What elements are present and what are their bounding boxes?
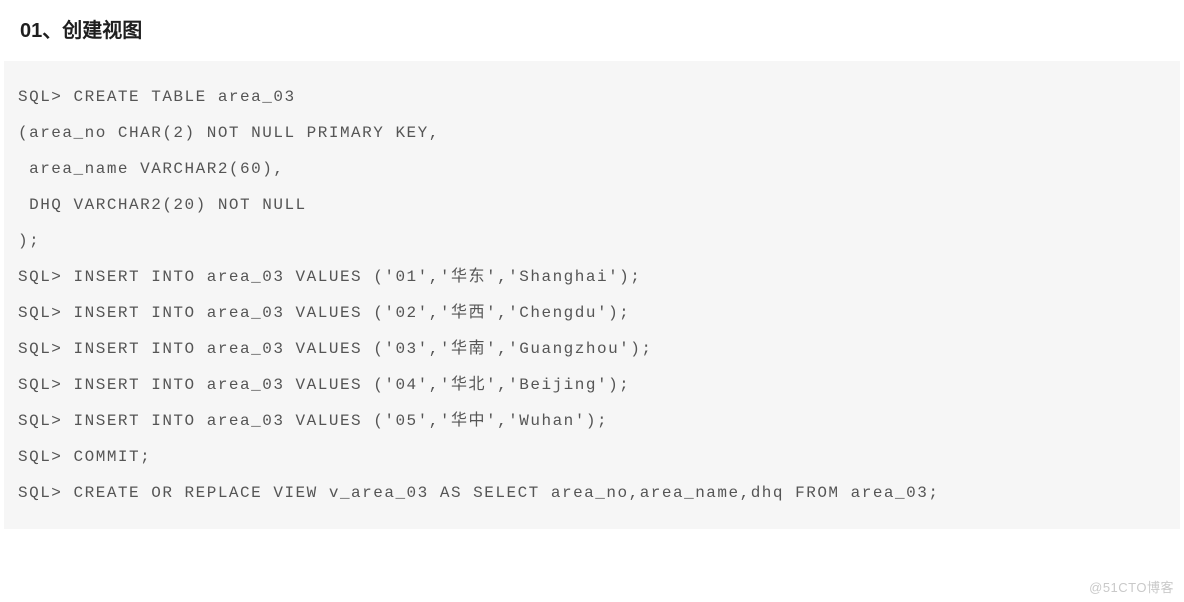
code-line: SQL> INSERT INTO area_03 VALUES ('02','华… xyxy=(18,295,1166,331)
code-line: area_name VARCHAR2(60), xyxy=(18,151,1166,187)
code-line: SQL> CREATE TABLE area_03 xyxy=(18,79,1166,115)
code-block: SQL> CREATE TABLE area_03 (area_no CHAR(… xyxy=(4,61,1180,529)
code-line: ); xyxy=(18,223,1166,259)
code-line: SQL> COMMIT; xyxy=(18,439,1166,475)
code-line: DHQ VARCHAR2(20) NOT NULL xyxy=(18,187,1166,223)
section-heading: 01、创建视图 xyxy=(0,0,1184,61)
page-container: 01、创建视图 SQL> CREATE TABLE area_03 (area_… xyxy=(0,0,1184,602)
code-line: (area_no CHAR(2) NOT NULL PRIMARY KEY, xyxy=(18,115,1166,151)
code-line: SQL> CREATE OR REPLACE VIEW v_area_03 AS… xyxy=(18,475,1166,511)
code-line: SQL> INSERT INTO area_03 VALUES ('01','华… xyxy=(18,259,1166,295)
watermark-text: @51CTO博客 xyxy=(1089,577,1174,596)
code-line: SQL> INSERT INTO area_03 VALUES ('05','华… xyxy=(18,403,1166,439)
code-line: SQL> INSERT INTO area_03 VALUES ('04','华… xyxy=(18,367,1166,403)
code-line: SQL> INSERT INTO area_03 VALUES ('03','华… xyxy=(18,331,1166,367)
